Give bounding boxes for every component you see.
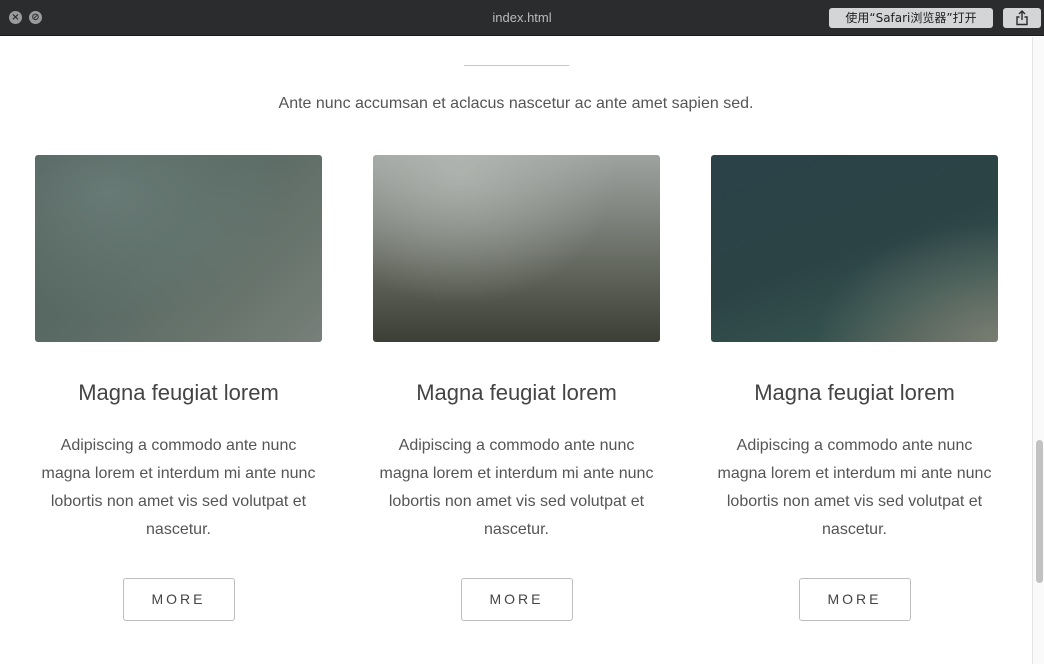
card-description: Adipiscing a commodo ante nunc magna lor…	[41, 437, 316, 538]
more-button[interactable]: MORE	[798, 578, 911, 621]
more-button[interactable]: MORE	[122, 578, 235, 621]
scrollbar-thumb[interactable]	[1036, 440, 1043, 583]
window-titlebar: × ⊘ index.html 使用“Safari浏览器”打开	[0, 0, 1044, 36]
open-in-safari-button[interactable]: 使用“Safari浏览器”打开	[829, 8, 993, 28]
close-icon[interactable]: ×	[9, 11, 22, 24]
more-button[interactable]: MORE	[460, 578, 573, 621]
feature-card: Magna feugiat lorem Adipiscing a commodo…	[373, 155, 660, 621]
heading-divider	[464, 65, 569, 66]
section-heading-clipped	[300, 37, 732, 43]
card-title: Magna feugiat lorem	[754, 380, 955, 405]
card-title: Magna feugiat lorem	[416, 380, 617, 405]
stop-icon[interactable]: ⊘	[29, 11, 42, 24]
card-image[interactable]	[373, 155, 660, 342]
feature-card: Magna feugiat lorem Adipiscing a commodo…	[711, 155, 998, 621]
card-image[interactable]	[35, 155, 322, 342]
page-content: Ante nunc accumsan et aclacus nascetur a…	[0, 37, 1032, 664]
share-button[interactable]	[1003, 8, 1041, 28]
card-description: Adipiscing a commodo ante nunc magna lor…	[717, 437, 992, 538]
card-title: Magna feugiat lorem	[78, 380, 279, 405]
feature-card: Magna feugiat lorem Adipiscing a commodo…	[35, 155, 322, 621]
section-intro: Ante nunc accumsan et aclacus nascetur a…	[278, 95, 754, 112]
card-description: Adipiscing a commodo ante nunc magna lor…	[379, 437, 654, 538]
share-icon	[1016, 10, 1028, 26]
card-image[interactable]	[711, 155, 998, 342]
vertical-scrollbar[interactable]	[1032, 37, 1044, 664]
